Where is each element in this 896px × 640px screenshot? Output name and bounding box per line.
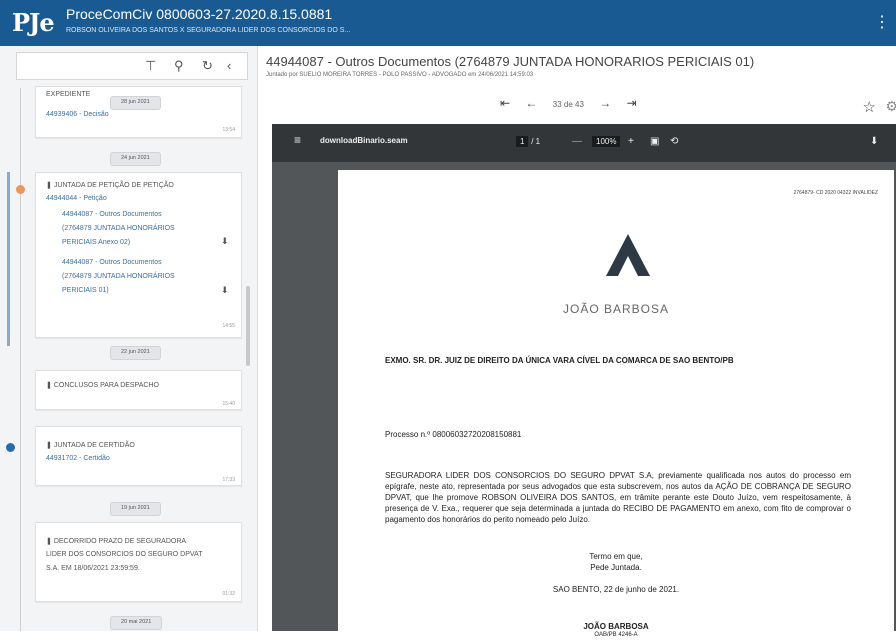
timeline-item[interactable]: ❚ DECORRIDO PRAZO DE SEGURADORA LIDER DO…	[35, 522, 242, 602]
date-badge: 19 jun 2021	[110, 502, 161, 516]
petition-body: SEGURADORA LIDER DOS CONSORCIOS DO SEGUR…	[385, 471, 851, 524]
page-input[interactable]: 1	[516, 136, 529, 147]
chevron-left-icon[interactable]: ‹	[227, 58, 231, 73]
addressee: EXMO. SR. DR. JUIZ DE DIREITO DA ÚNICA V…	[385, 356, 734, 365]
document-title: 44944087 - Outros Documentos (2764879 JU…	[266, 54, 755, 69]
document-link[interactable]: 44931702 - Certidão	[46, 455, 110, 462]
filter-icon[interactable]: ⊤	[145, 58, 156, 74]
process-title: ProceComCiv 0800603-27.2020.8.15.0881	[66, 6, 333, 22]
pdf-page: 2764879- CD 2020 04322 INVALIDEZ JOÃO BA…	[338, 170, 894, 640]
signer-name: JOÃO BARBOSA	[583, 622, 649, 631]
subdocument-link[interactable]: (2764879 JUNTADA HONORÁRIOS	[62, 225, 175, 232]
app-header: PJe ProceComCiv 0800603-27.2020.8.15.088…	[0, 0, 896, 46]
timeline-item[interactable]: ❚ JUNTADA DE CERTIDÃO 44931702 - Certidã…	[35, 426, 242, 486]
timeline-line	[20, 88, 21, 631]
star-icon[interactable]: ☆	[863, 98, 876, 116]
overflow-icon[interactable]: ⋮	[874, 12, 890, 32]
subdocument-link[interactable]: PERICIAIS Anexo 02)	[62, 239, 130, 246]
zoom-level[interactable]: 100%	[592, 136, 621, 147]
page-counter: 33 de 43	[552, 100, 584, 109]
item-title: EXPEDIENTE	[46, 91, 91, 98]
subdocument-link[interactable]: 44944087 - Outros Documentos	[62, 211, 162, 218]
document-subtitle: Juntado por SUELIO MOREIRA TORRES - POLO…	[266, 72, 534, 78]
selected-indicator	[7, 172, 10, 346]
search-icon[interactable]: ⚲	[174, 58, 184, 74]
download-icon[interactable]: ⬇	[870, 136, 878, 147]
place-date: SAO BENTO, 22 de junho de 2021.	[552, 585, 680, 594]
scrollbar[interactable]	[246, 286, 250, 366]
item-time: 15:40	[222, 401, 235, 407]
firm-name: JOÃO BARBOSA	[562, 302, 670, 316]
zoom-out-icon[interactable]: —	[572, 136, 582, 147]
page-total: / 1	[531, 137, 541, 146]
zoom-in-icon[interactable]: +	[628, 136, 634, 147]
timeline-toolbar: ⊤ ⚲ ↻ ‹	[16, 52, 248, 80]
firm-logo-icon	[606, 234, 650, 276]
document-panel: 44944087 - Outros Documentos (2764879 JU…	[258, 46, 896, 640]
date-badge: 24 jun 2021	[110, 152, 161, 166]
subdocument-link[interactable]: PERICIAIS 01)	[62, 287, 109, 294]
closing-line: Termo em que,	[589, 552, 643, 561]
timeline-item-selected[interactable]: ❚ JUNTADA DE PETIÇÃO DE PETIÇÃO 44944044…	[35, 172, 242, 338]
first-page-icon[interactable]: ⇤	[500, 96, 510, 110]
item-text: LIDER DOS CONSORCIOS DO SEGURO DPVAT	[46, 551, 203, 558]
item-text: S.A. EM 18/06/2021 23:59:59.	[46, 565, 140, 572]
item-title: ❚ CONCLUSOS PARA DESPACHO	[46, 382, 159, 389]
item-title: ❚ JUNTADA DE CERTIDÃO	[46, 442, 135, 449]
subdocument-link[interactable]: (2764879 JUNTADA HONORÁRIOS	[62, 273, 175, 280]
page-selector[interactable]: 1 / 1	[516, 136, 540, 147]
date-badge: 28 jun 2021	[110, 96, 161, 110]
item-time: 14:55	[222, 323, 235, 329]
timeline-item[interactable]: EXPEDIENTE 44939406 - Decisão 13:54	[35, 86, 242, 138]
process-parties: ROBSON OLIVEIRA DOS SANTOS X SEGURADORA …	[66, 27, 351, 34]
closing-line: Pede Juntada.	[590, 563, 642, 572]
document-link[interactable]: 44939406 - Decisão	[46, 111, 109, 118]
pdf-viewer: ≡ downloadBinario.seam 1 / 1 — 100% + ▣ …	[272, 124, 896, 640]
download-icon[interactable]: ⬇	[221, 285, 229, 296]
timeline-panel: ⊤ ⚲ ↻ ‹ EXPEDIENTE 44939406 - Decisão 13…	[0, 46, 258, 631]
item-time: 17:33	[222, 477, 235, 483]
timeline-dot	[6, 443, 15, 452]
settings-icon[interactable]: ⚙	[885, 98, 896, 115]
pdf-filename: downloadBinario.seam	[320, 136, 408, 145]
timeline-dot	[16, 185, 25, 194]
document-navigator: ⇤ ← 33 de 43 → ⇥	[500, 96, 649, 110]
prev-page-icon[interactable]: ←	[525, 96, 537, 110]
refresh-icon[interactable]: ↻	[202, 58, 213, 74]
item-title: ❚ JUNTADA DE PETIÇÃO DE PETIÇÃO	[46, 182, 174, 189]
document-link[interactable]: 44944044 - Petição	[46, 195, 107, 202]
timeline-item[interactable]: ❚ CONCLUSOS PARA DESPACHO 15:40	[35, 370, 242, 410]
menu-icon[interactable]: ≡	[294, 133, 301, 147]
item-time: 13:54	[222, 127, 235, 133]
rotate-icon[interactable]: ⟲	[670, 136, 678, 147]
signer-oab: OAB/PB 4246-A	[594, 632, 638, 638]
date-badge: 22 jun 2021	[110, 346, 161, 360]
item-time: 01:32	[222, 591, 235, 597]
subdocument-link[interactable]: 44944087 - Outros Documentos	[62, 259, 162, 266]
date-badge: 20 mai 2021	[110, 616, 163, 630]
pje-logo[interactable]: PJe	[12, 8, 55, 37]
page-reference: 2764879- CD 2020 04322 INVALIDEZ	[793, 190, 878, 196]
item-title: ❚ DECORRIDO PRAZO DE SEGURADORA	[46, 538, 187, 545]
last-page-icon[interactable]: ⇥	[627, 96, 637, 110]
pdf-toolbar: ≡ downloadBinario.seam 1 / 1 — 100% + ▣ …	[272, 124, 896, 162]
fit-page-icon[interactable]: ▣	[650, 136, 659, 147]
process-number: Processo n.º 08006032720208150881	[385, 430, 522, 439]
next-page-icon[interactable]: →	[599, 96, 611, 110]
download-icon[interactable]: ⬇	[221, 236, 229, 247]
